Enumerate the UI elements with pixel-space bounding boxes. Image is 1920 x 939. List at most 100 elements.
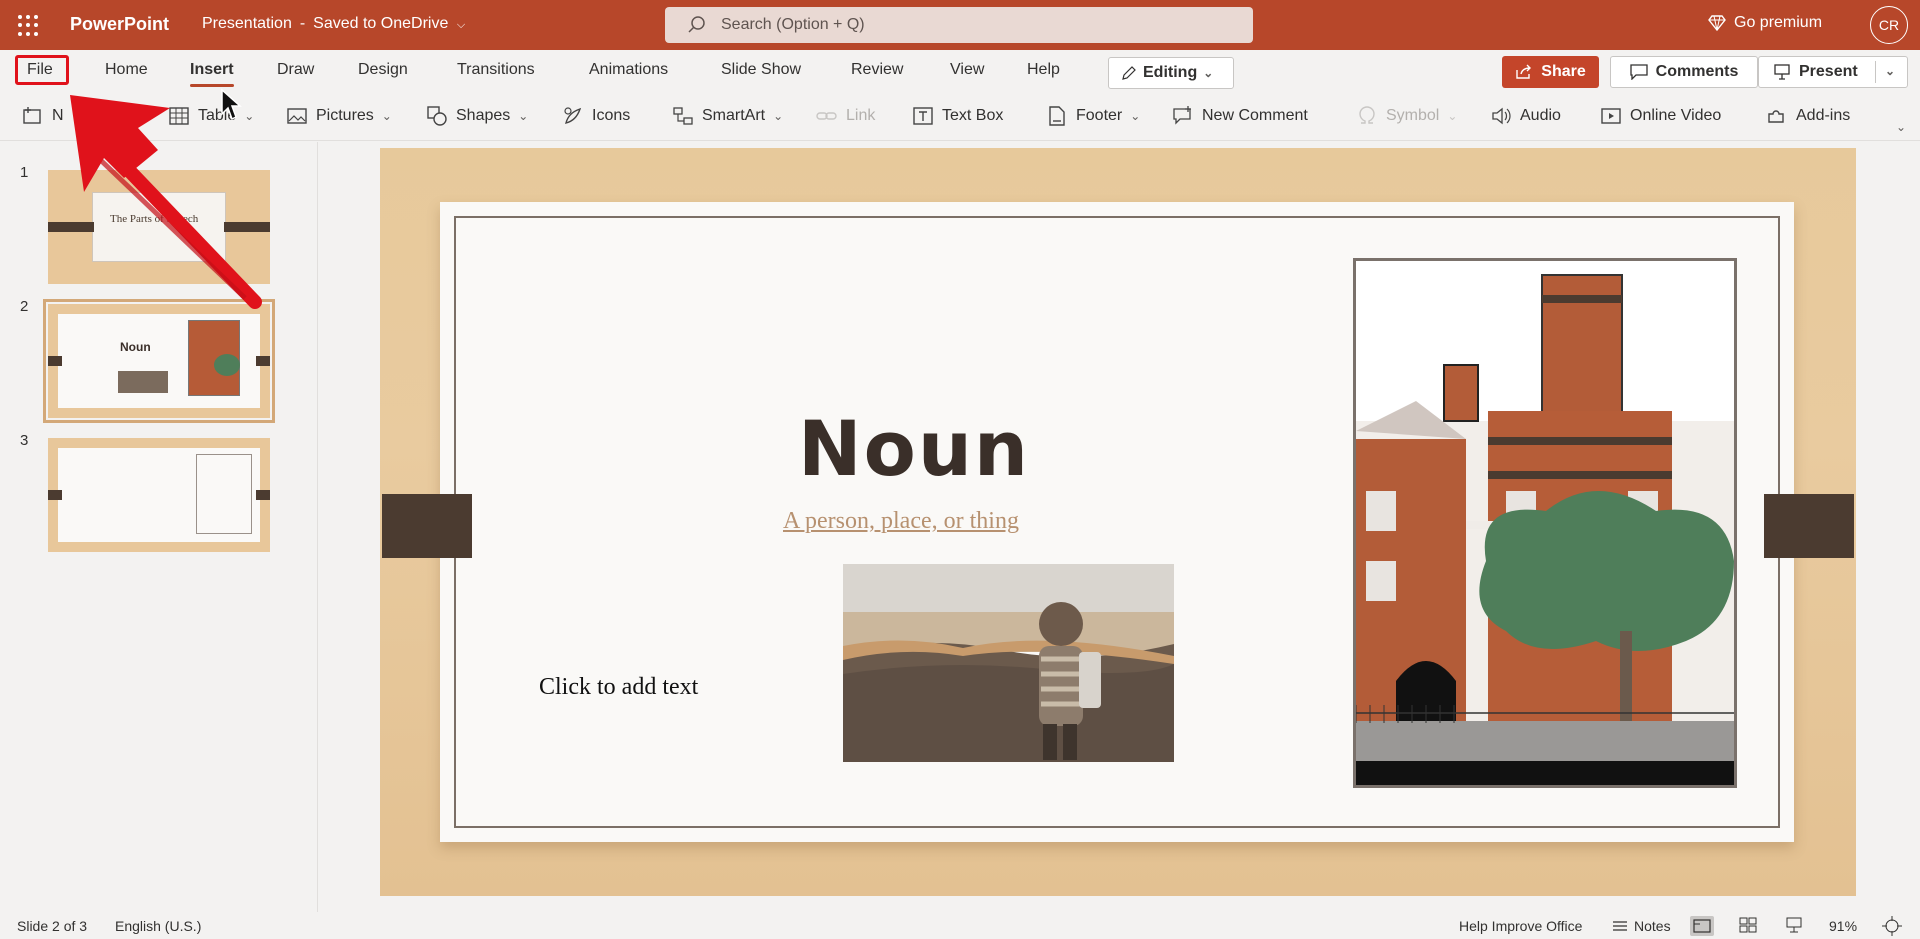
chevron-down-icon: ⌄ [1130, 109, 1141, 123]
thumbnail-number: 3 [20, 432, 29, 449]
document-title[interactable]: Presentation - Saved to OneDrive ⌵ [202, 15, 465, 33]
document-name: Presentation [202, 15, 292, 32]
slide-decor-tab-left [382, 494, 472, 558]
shapes-button[interactable]: Shapes ⌄ [426, 105, 528, 127]
fit-to-window-icon[interactable] [1882, 916, 1902, 939]
comments-button[interactable]: Comments [1610, 56, 1758, 88]
audio-button[interactable]: Audio [1490, 105, 1561, 127]
thumbnail-title: Noun [120, 340, 151, 354]
text-box-button[interactable]: Text Box [912, 105, 1003, 127]
share-button[interactable]: Share [1502, 56, 1599, 88]
tab-review[interactable]: Review [851, 61, 903, 79]
omega-icon [1359, 106, 1375, 124]
tab-design[interactable]: Design [358, 61, 408, 79]
save-status: Saved to OneDrive [313, 15, 449, 32]
smartart-icon [673, 107, 693, 125]
pictures-button[interactable]: Pictures ⌄ [286, 105, 392, 127]
slide-thumbnail-3[interactable] [48, 438, 270, 552]
tab-draw[interactable]: Draw [277, 61, 314, 79]
notes-label: Notes [1634, 918, 1671, 934]
tab-slide-show[interactable]: Slide Show [721, 61, 801, 79]
slide-photo-child[interactable] [843, 564, 1174, 762]
present-label: Present [1799, 63, 1858, 80]
icons-label: Icons [592, 107, 631, 124]
comments-label: Comments [1655, 63, 1739, 80]
chevron-down-icon: ⌄ [381, 109, 392, 123]
slide-sorter-icon[interactable] [1738, 916, 1758, 937]
editing-label: Editing [1143, 64, 1198, 81]
present-icon [1774, 64, 1790, 80]
icons-button[interactable]: Icons [562, 105, 630, 127]
picture-icon [287, 108, 307, 124]
shapes-icon [427, 106, 447, 126]
slide-decor-tab-right [1764, 494, 1854, 558]
thumbnail-title: The Parts of Speech [110, 213, 199, 225]
search-placeholder: Search (Option + Q) [721, 16, 865, 33]
add-ins-button[interactable]: Add-ins [1766, 105, 1850, 127]
pencil-icon [1122, 66, 1136, 80]
language-indicator[interactable]: English (U.S.) [115, 918, 201, 934]
ribbon-expand-chevron-icon[interactable]: ⌄ [1896, 120, 1906, 134]
slide-thumbnail-2[interactable]: Noun [43, 299, 275, 423]
new-slide-button[interactable]: N [22, 105, 64, 127]
tab-animations[interactable]: Animations [589, 61, 668, 79]
video-icon [1601, 108, 1621, 124]
avatar[interactable]: CR [1870, 6, 1908, 44]
link-label: Link [846, 107, 876, 124]
tab-transitions[interactable]: Transitions [457, 61, 535, 79]
ribbon-commands: N Table ⌄ Pictures ⌄ Shapes ⌄ Icons Smar… [0, 93, 1920, 141]
share-icon [1516, 64, 1532, 79]
icons-icon [564, 107, 582, 124]
tab-help[interactable]: Help [1027, 61, 1060, 79]
zoom-level[interactable]: 91% [1829, 918, 1857, 934]
file-tab-highlight [15, 55, 69, 85]
smartart-label: SmartArt [702, 107, 766, 124]
editing-mode-button[interactable]: Editing ⌄ [1108, 57, 1234, 89]
thumbnail-number: 2 [20, 298, 29, 315]
go-premium-button[interactable]: Go premium [1708, 14, 1822, 32]
present-button[interactable]: Present ⌄ [1758, 56, 1908, 88]
tab-view[interactable]: View [950, 61, 984, 79]
present-options-chevron-icon[interactable]: ⌄ [1885, 64, 1895, 78]
smartart-button[interactable]: SmartArt ⌄ [672, 105, 783, 127]
diamond-icon [1708, 15, 1726, 31]
chevron-down-icon: ⌄ [773, 109, 784, 123]
shapes-label: Shapes [456, 107, 511, 124]
title-bar: PowerPoint Presentation - Saved to OneDriv… [0, 0, 1920, 50]
status-bar: Slide 2 of 3 English (U.S.) Help Improve… [0, 912, 1920, 939]
new-slide-label: N [52, 107, 64, 124]
audio-icon [1492, 107, 1511, 125]
link-button[interactable]: Link [816, 105, 875, 127]
thumbnail-number: 1 [20, 164, 29, 181]
normal-view-icon[interactable] [1690, 916, 1714, 936]
symbol-button[interactable]: Symbol ⌄ [1356, 105, 1457, 127]
comment-icon [1630, 64, 1648, 80]
add-ins-icon [1768, 110, 1784, 123]
mouse-cursor-icon [221, 88, 242, 121]
link-icon [816, 112, 837, 120]
slide-photo-building[interactable] [1353, 258, 1737, 788]
notes-button[interactable]: Notes [1612, 918, 1671, 934]
slide-thumbnail-1[interactable]: The Parts of Speech [48, 170, 270, 284]
chevron-down-icon: ⌄ [518, 109, 529, 123]
chevron-down-icon: ⌄ [1447, 109, 1458, 123]
text-placeholder[interactable]: Click to add text [539, 674, 698, 701]
help-improve-office-link[interactable]: Help Improve Office [1459, 918, 1582, 934]
tab-home[interactable]: Home [105, 61, 148, 79]
app-name[interactable]: PowerPoint [70, 14, 169, 35]
new-comment-button[interactable]: New Comment [1172, 105, 1308, 127]
app-launcher-icon[interactable] [18, 15, 39, 36]
tab-insert[interactable]: Insert [190, 61, 234, 87]
slide-title[interactable]: Noun [798, 404, 1030, 493]
text-box-icon [913, 107, 933, 125]
go-premium-label: Go premium [1734, 14, 1823, 31]
chevron-down-icon: ⌄ [1203, 66, 1214, 80]
online-video-button[interactable]: Online Video [1600, 105, 1721, 127]
footer-button[interactable]: Footer ⌄ [1046, 105, 1140, 127]
add-ins-label: Add-ins [1796, 107, 1851, 124]
search-box[interactable]: Search (Option + Q) [665, 7, 1253, 43]
symbol-label: Symbol [1386, 107, 1440, 124]
slide-counter: Slide 2 of 3 [17, 918, 88, 934]
reading-view-icon[interactable] [1784, 916, 1804, 937]
slide-subtitle[interactable]: A person, place, or thing [783, 508, 1019, 535]
